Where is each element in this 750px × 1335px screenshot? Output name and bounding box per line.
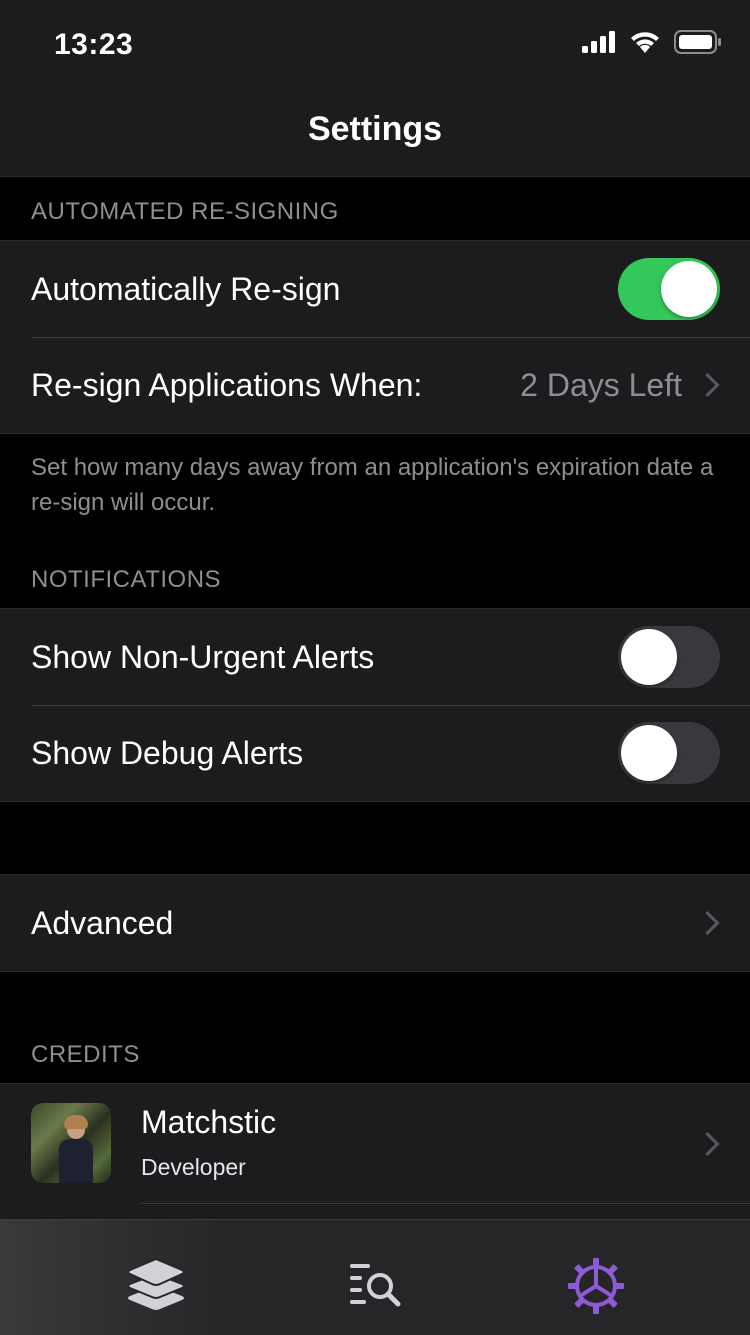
chevron-right-icon [695, 910, 720, 936]
section-header-credits: CREDITS [31, 1041, 140, 1068]
resign-when-label: Re-sign Applications When: [31, 366, 423, 403]
resign-when-value: 2 Days Left [520, 366, 682, 403]
status-time: 13:23 [54, 28, 134, 61]
credit-row[interactable]: Matchstic Developer [0, 1084, 750, 1204]
debug-alerts-row: Show Debug Alerts [0, 705, 750, 801]
resign-footer-text: Set how many days away from an applicati… [31, 454, 714, 516]
auto-resign-toggle[interactable] [618, 258, 720, 320]
credit-name: Matchstic [141, 1104, 277, 1140]
advanced-row[interactable]: Advanced [0, 875, 750, 971]
resign-when-row[interactable]: Re-sign Applications When: 2 Days Left [0, 337, 750, 433]
status-bar: 13:23 [0, 0, 750, 88]
search-list-icon [350, 1264, 401, 1307]
debug-alerts-toggle[interactable] [618, 722, 720, 784]
status-icons [582, 30, 722, 54]
section-header-notifications: NOTIFICATIONS [31, 566, 222, 593]
avatar [31, 1103, 111, 1183]
advanced-label: Advanced [31, 904, 174, 941]
toggle-knob [661, 261, 717, 317]
gear-icon [568, 1258, 624, 1314]
chevron-right-icon [695, 1131, 720, 1157]
chevron-right-icon [695, 372, 720, 398]
navigation-bar: Settings [0, 88, 750, 177]
tab-settings[interactable] [566, 1256, 626, 1316]
non-urgent-alerts-label: Show Non-Urgent Alerts [31, 638, 375, 675]
auto-resign-row: Automatically Re-sign [0, 241, 750, 337]
advanced-group: Advanced [0, 874, 750, 972]
stack-icon [127, 1257, 185, 1310]
tab-apps[interactable] [126, 1256, 186, 1316]
credits-group: Matchstic Developer [0, 1083, 750, 1220]
notifications-group: Show Non-Urgent Alerts Show Debug Alerts [0, 608, 750, 802]
tab-browse[interactable] [346, 1256, 406, 1316]
battery-icon [674, 30, 721, 54]
resign-group: Automatically Re-sign Re-sign Applicatio… [0, 240, 750, 434]
non-urgent-alerts-row: Show Non-Urgent Alerts [0, 609, 750, 705]
wifi-icon [631, 32, 659, 53]
row-separator [141, 1203, 750, 1204]
page-title: Settings [307, 110, 443, 148]
debug-alerts-label: Show Debug Alerts [31, 734, 304, 771]
non-urgent-alerts-toggle[interactable] [618, 626, 720, 688]
signal-icon [582, 31, 615, 53]
toggle-knob [621, 629, 677, 685]
credit-role: Developer [141, 1154, 246, 1180]
tab-bar [0, 1219, 750, 1335]
auto-resign-label: Automatically Re-sign [31, 270, 341, 307]
toggle-knob [621, 725, 677, 781]
section-header-resign: AUTOMATED RE-SIGNING [31, 198, 339, 225]
